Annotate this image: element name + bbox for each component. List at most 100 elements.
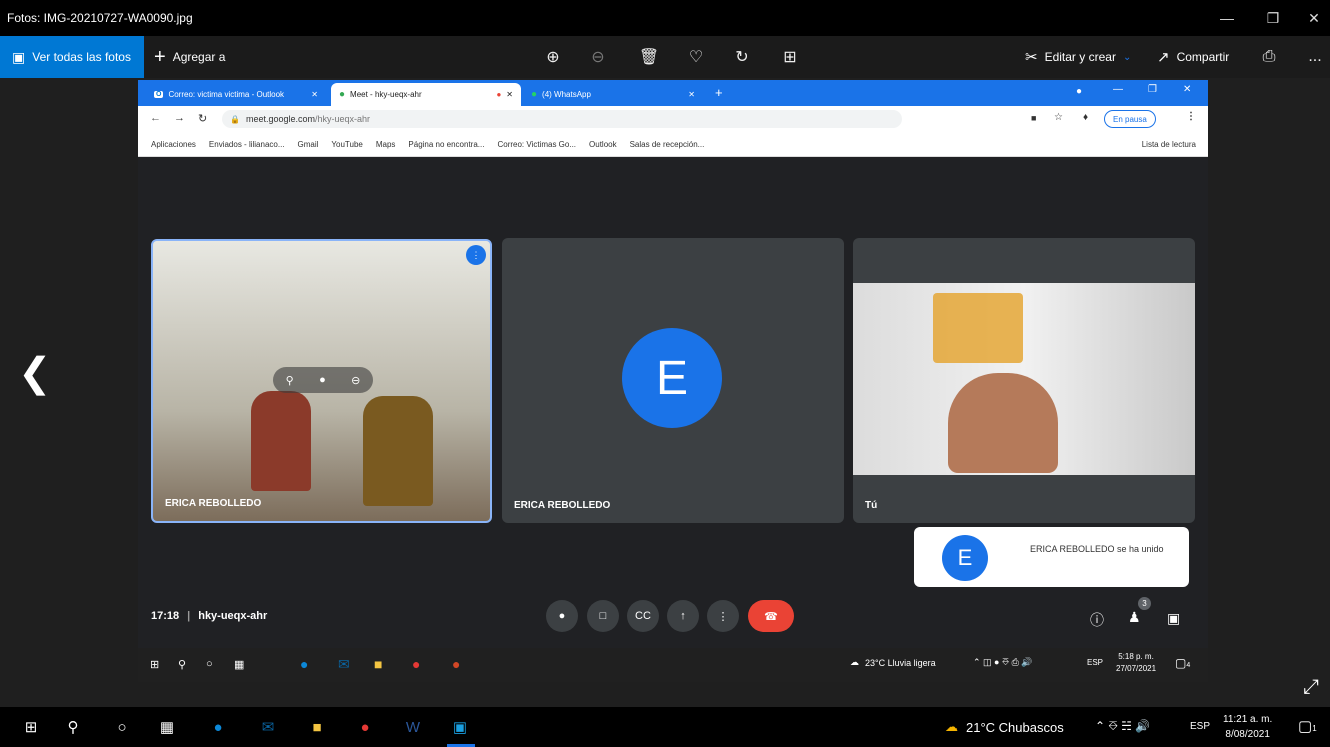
inner-clock[interactable]: 5:18 p. m. 27/07/2021 <box>1116 651 1156 675</box>
search-icon[interactable]: ⚲ <box>178 658 186 671</box>
zoom-out-icon[interactable]: ⊖ <box>587 46 609 68</box>
back-arrow-icon[interactable]: ← <box>150 112 161 124</box>
info-icon[interactable]: ⓘ <box>1090 610 1104 630</box>
tray-icons[interactable]: ⌃ ⎑ ☵ 🔊 <box>1095 719 1150 734</box>
bookmark-not-found[interactable]: Página no encontra... <box>408 140 484 149</box>
rotate-icon[interactable]: ↻ <box>731 46 753 68</box>
search-icon[interactable]: ⚲ <box>62 716 84 738</box>
bookmark-outlook[interactable]: Outlook <box>589 140 617 149</box>
chrome-icon[interactable]: ● <box>412 656 420 672</box>
reading-list[interactable]: Lista de lectura <box>1142 140 1196 149</box>
tile-hover-controls[interactable]: ⚲ ● ⊖ <box>273 367 373 393</box>
chat-icon[interactable]: ▣ <box>1167 610 1180 627</box>
task-view-icon[interactable]: ▦ <box>156 716 178 738</box>
fullscreen-icon[interactable]: ⤢ <box>1303 676 1319 699</box>
edge-icon[interactable]: ● <box>300 656 308 672</box>
self-person <box>948 373 1058 473</box>
crop-icon[interactable]: ⊞ <box>779 46 801 68</box>
more-options-button[interactable]: ⋮ <box>707 600 739 632</box>
folder-icon[interactable]: ■ <box>374 656 382 672</box>
mail-icon[interactable]: ✉ <box>257 716 279 738</box>
mail-icon[interactable]: ✉ <box>338 656 350 673</box>
bookmark-gmail[interactable]: Gmail <box>298 140 319 149</box>
browser-restore-icon[interactable]: ❐ <box>1148 84 1157 95</box>
present-button[interactable]: ↑ <box>667 600 699 632</box>
restore-button[interactable]: ❐ <box>1250 0 1296 36</box>
star-icon[interactable]: ☆ <box>1054 112 1063 123</box>
previous-photo-arrow-icon[interactable]: ❮ <box>18 350 52 396</box>
edit-create-button[interactable]: ✂ Editar y crear ⌄ <box>1025 36 1131 78</box>
bookmark-maps[interactable]: Maps <box>376 140 396 149</box>
more-vertical-icon: ⋮ <box>717 610 729 623</box>
minimize-button[interactable]: — <box>1204 0 1250 36</box>
tab-label: Correo: victima victima - Outlook <box>168 90 285 99</box>
word-icon[interactable]: W <box>402 716 424 738</box>
powerpoint-icon[interactable]: ● <box>452 656 460 672</box>
tab-label: Meet - hky-ueqx-ahr <box>350 90 422 99</box>
photos-icon[interactable]: ▣ <box>449 716 471 738</box>
remove-icon[interactable]: ⊖ <box>351 374 360 387</box>
tray-icons[interactable]: ⌃ ◫ ● ⎑ ⎙ 🔊 <box>973 657 1032 668</box>
new-tab-icon[interactable]: + <box>715 85 723 100</box>
paused-badge[interactable]: En pausa <box>1104 110 1156 128</box>
cortana-icon[interactable]: ○ <box>111 716 133 738</box>
camera-icon[interactable]: ■ <box>1031 113 1036 123</box>
inner-notification-icon[interactable]: ▢4 <box>1175 656 1190 670</box>
chrome-icon[interactable]: ● <box>354 716 376 738</box>
close-button[interactable]: ✕ <box>1291 0 1330 36</box>
tab-whatsapp[interactable]: ● (4) WhatsApp ✕ <box>523 83 703 106</box>
cortana-icon[interactable]: ○ <box>206 658 213 670</box>
captions-button[interactable]: CC <box>627 600 659 632</box>
clock[interactable]: 11:21 a. m. 8/08/2021 <box>1223 712 1272 742</box>
share-button[interactable]: ↗ Compartir <box>1157 36 1229 78</box>
print-icon[interactable]: ⎙ <box>1258 46 1280 68</box>
more-button[interactable]: ... <box>1304 46 1326 68</box>
microphone-button[interactable]: ● <box>546 600 578 632</box>
bookmark-sent[interactable]: Enviados - lilianaco... <box>209 140 285 149</box>
pin-icon[interactable]: ⚲ <box>286 374 294 387</box>
close-icon[interactable]: ✕ <box>311 90 318 99</box>
reload-icon[interactable]: ↻ <box>198 112 207 125</box>
tab-outlook[interactable]: O Correo: victima victima - Outlook ✕ <box>146 83 326 106</box>
language-indicator[interactable]: ESP <box>1190 721 1210 732</box>
task-view-icon[interactable]: ▦ <box>234 658 244 671</box>
bookmark-rooms[interactable]: Salas de recepción... <box>630 140 705 149</box>
share-icon: ↗ <box>1157 49 1170 66</box>
forward-arrow-icon[interactable]: → <box>174 112 185 124</box>
profile-dot-icon[interactable]: ● <box>1076 86 1082 97</box>
close-icon[interactable]: ✕ <box>506 90 513 99</box>
address-bar: ← → ↻ 🔒 meet.google.com/hky-ueqx-ahr ■ ☆… <box>138 106 1208 133</box>
inner-lang[interactable]: ESP <box>1087 658 1103 667</box>
extensions-icon[interactable]: ♦ <box>1083 112 1088 123</box>
windows-start-icon[interactable]: ⊞ <box>150 658 159 671</box>
participants-icon[interactable]: ♟ <box>1128 609 1141 626</box>
add-to-button[interactable]: + Agregar a <box>154 36 225 78</box>
browser-menu-icon[interactable]: ⋮ <box>1186 111 1196 122</box>
bookmark-apps[interactable]: Aplicaciones <box>151 140 196 149</box>
browser-minimize-icon[interactable]: — <box>1113 84 1123 95</box>
participant-tile-1[interactable]: ⚲ ● ⊖ ⋮ ERICA REBOLLEDO <box>151 239 492 523</box>
inner-weather[interactable]: ☁ 23°C Lluvia ligera <box>850 657 936 668</box>
bookmark-victimas[interactable]: Correo: Victimas Go... <box>497 140 576 149</box>
photo-image: O Correo: victima victima - Outlook ✕ ● … <box>138 80 1208 682</box>
bookmark-youtube[interactable]: YouTube <box>331 140 362 149</box>
windows-start-icon[interactable]: ⊞ <box>20 716 42 738</box>
view-all-photos-button[interactable]: ▣ Ver todas las fotos <box>0 36 144 78</box>
close-icon[interactable]: ✕ <box>688 90 695 99</box>
zoom-in-icon[interactable]: ⊕ <box>542 46 564 68</box>
participant-tile-2[interactable]: E ERICA REBOLLEDO <box>502 238 844 523</box>
edge-icon[interactable]: ● <box>207 716 229 738</box>
end-call-button[interactable]: ☎ <box>748 600 794 632</box>
mic-icon[interactable]: ● <box>319 374 326 386</box>
favorite-icon[interactable]: ♡ <box>685 46 707 68</box>
tab-meet[interactable]: ● Meet - hky-ueqx-ahr ● ✕ <box>331 83 521 106</box>
camera-button[interactable]: □ <box>587 600 619 632</box>
delete-icon[interactable]: 🗑 <box>638 46 660 68</box>
folder-icon[interactable]: ■ <box>306 716 328 738</box>
photos-icon: ▣ <box>12 48 26 65</box>
self-tile[interactable]: Tú <box>853 238 1195 523</box>
notification-center-icon[interactable]: ▢1 <box>1298 717 1317 735</box>
browser-close-icon[interactable]: ✕ <box>1183 84 1191 95</box>
weather-widget[interactable]: ☁ 21°C Chubascos <box>945 719 1064 735</box>
url-field[interactable]: 🔒 meet.google.com/hky-ueqx-ahr <box>222 110 902 128</box>
